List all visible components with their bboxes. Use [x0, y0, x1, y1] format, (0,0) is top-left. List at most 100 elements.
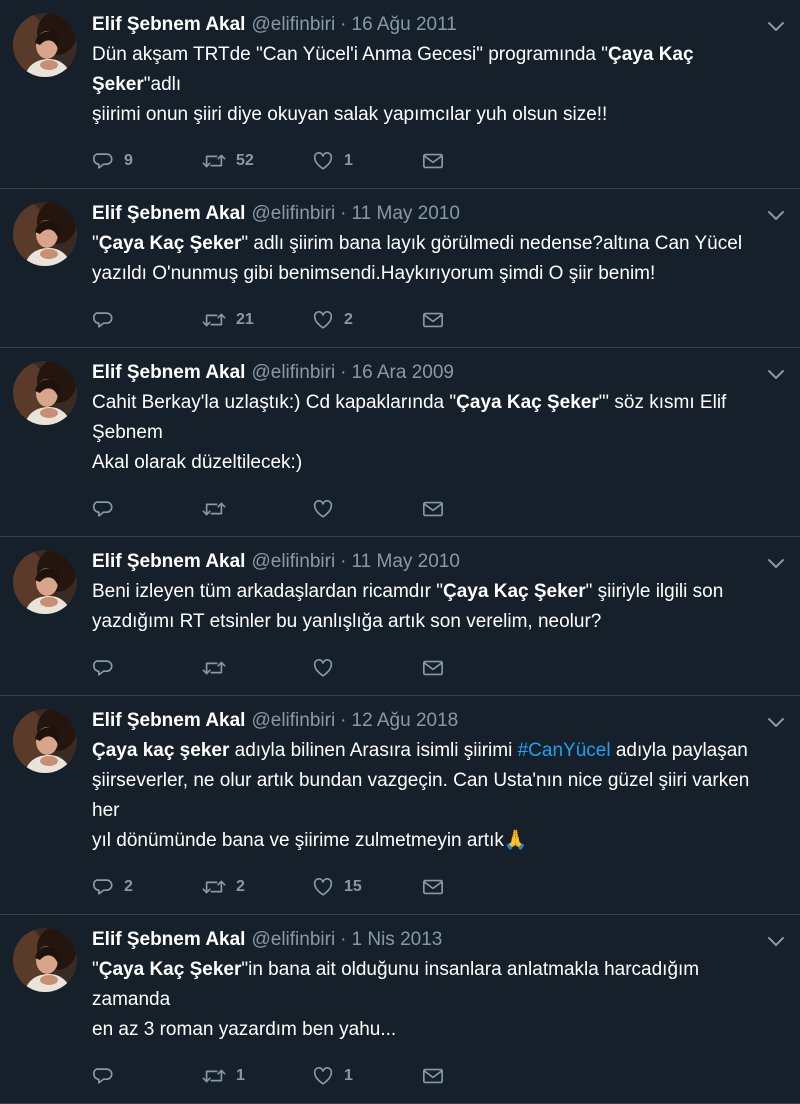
like-count: 2	[344, 311, 353, 328]
tweet-date[interactable]: 11 May 2010	[352, 549, 460, 575]
direct-message-button[interactable]	[422, 499, 532, 519]
tweet[interactable]: Elif Şebnem Akal @elifinbiri · 16 Ara 2009 C…	[0, 348, 800, 537]
retweet-icon	[202, 1065, 226, 1087]
tweet[interactable]: Elif Şebnem Akal @elifinbiri · 16 Ağu 2011 D…	[0, 0, 800, 189]
tweet[interactable]: Elif Şebnem Akal @elifinbiri · 11 May 2010 "…	[0, 189, 800, 348]
tweet-text-line: Beni izleyen tüm arkadaşlardan ricamdır …	[92, 577, 780, 607]
tweet-text-line: yıl dönümünde bana ve şiirime zulmetmeyi…	[92, 826, 780, 856]
tweet-date[interactable]: 1 Nis 2013	[352, 927, 443, 953]
chevron-down-icon[interactable]	[766, 716, 786, 730]
tweet-text-line: Dün akşam TRTde "Can Yücel'i Anma Gecesi…	[92, 40, 780, 100]
like-button[interactable]: 15	[312, 876, 422, 898]
text-segment: Akal olarak düzeltilecek:)	[92, 452, 303, 473]
author-handle[interactable]: @elifinbiri	[251, 201, 335, 227]
tweet-text-line: yazıldı O'nunmuş gibi benimsendi.Haykırı…	[92, 259, 780, 289]
direct-message-button[interactable]	[422, 151, 532, 171]
text-segment: yıl dönümünde bana ve şiirime zulmetmeyi…	[92, 830, 528, 851]
text-segment: "	[92, 959, 99, 980]
tweet-text: "Çaya Kaç Şeker" adlı şiirim bana layık …	[92, 229, 780, 289]
avatar[interactable]	[13, 13, 77, 77]
tweet-actions: 11	[92, 1049, 780, 1103]
chevron-down-icon[interactable]	[766, 209, 786, 223]
text-segment: "adlı	[143, 74, 182, 95]
retweet-button[interactable]: 21	[202, 309, 312, 331]
avatar[interactable]	[13, 709, 77, 773]
bold-text: Çaya Kaç Şeker	[443, 581, 586, 602]
author-name[interactable]: Elif Şebnem Akal	[92, 927, 245, 953]
direct-message-button[interactable]	[422, 310, 532, 330]
author-handle[interactable]: @elifinbiri	[251, 549, 335, 575]
author-handle[interactable]: @elifinbiri	[251, 708, 335, 734]
retweet-button[interactable]	[202, 657, 312, 679]
heart-icon	[312, 309, 334, 331]
reply-icon	[92, 657, 114, 679]
tweet[interactable]: Elif Şebnem Akal @elifinbiri · 12 Ağu 2018 Ç…	[0, 696, 800, 915]
direct-message-button[interactable]	[422, 658, 532, 678]
tweet-text: Dün akşam TRTde "Can Yücel'i Anma Gecesi…	[92, 40, 780, 130]
like-button[interactable]: 2	[312, 309, 422, 331]
avatar[interactable]	[13, 928, 77, 992]
envelope-icon	[422, 499, 444, 519]
reply-button[interactable]	[92, 309, 202, 331]
tweet-header: Elif Şebnem Akal @elifinbiri · 11 May 2010	[92, 549, 780, 575]
author-name[interactable]: Elif Şebnem Akal	[92, 708, 245, 734]
retweet-count: 1	[236, 1067, 245, 1084]
text-segment: en az 3 roman yazardım ben yahu...	[92, 1019, 397, 1040]
envelope-icon	[422, 310, 444, 330]
reply-count: 2	[124, 878, 133, 895]
bold-text: Çaya Kaç Şeker	[98, 959, 242, 980]
like-button[interactable]	[312, 498, 422, 520]
author-name[interactable]: Elif Şebnem Akal	[92, 549, 245, 575]
tweet-date[interactable]: 16 Ara 2009	[352, 360, 454, 386]
chevron-down-icon[interactable]	[766, 20, 786, 34]
retweet-button[interactable]: 2	[202, 876, 312, 898]
author-handle[interactable]: @elifinbiri	[251, 927, 335, 953]
tweet-text-line: "Çaya Kaç Şeker" adlı şiirim bana layık …	[92, 229, 780, 259]
tweet[interactable]: Elif Şebnem Akal @elifinbiri · 1 Nis 2013 "Ç…	[0, 915, 800, 1104]
author-name[interactable]: Elif Şebnem Akal	[92, 201, 245, 227]
tweet-date[interactable]: 16 Ağu 2011	[352, 12, 457, 38]
reply-button[interactable]	[92, 1065, 202, 1087]
tweet-date[interactable]: 11 May 2010	[352, 201, 460, 227]
direct-message-button[interactable]	[422, 877, 532, 897]
author-name[interactable]: Elif Şebnem Akal	[92, 360, 245, 386]
tweet-header: Elif Şebnem Akal @elifinbiri · 16 Ağu 2011	[92, 12, 780, 38]
reply-button[interactable]	[92, 657, 202, 679]
tweet-date[interactable]: 12 Ağu 2018	[352, 708, 459, 734]
like-button[interactable]	[312, 657, 422, 679]
tweet-text-line: Cahit Berkay'la uzlaştık:) Cd kapakların…	[92, 388, 780, 448]
text-segment: şiirimi onun şiiri diye okuyan salak yap…	[92, 104, 608, 125]
like-button[interactable]: 1	[312, 1065, 422, 1087]
reply-icon	[92, 150, 114, 172]
reply-button[interactable]: 9	[92, 150, 202, 172]
retweet-button[interactable]: 52	[202, 150, 312, 172]
chevron-down-icon[interactable]	[766, 368, 786, 382]
reply-icon	[92, 876, 114, 898]
tweet-actions: 9 52 1	[92, 134, 780, 188]
text-segment: yazıldı O'nunmuş gibi benimsendi.Haykırı…	[92, 263, 656, 284]
tweet[interactable]: Elif Şebnem Akal @elifinbiri · 11 May 2010 B…	[0, 537, 800, 696]
author-name[interactable]: Elif Şebnem Akal	[92, 12, 245, 38]
bold-text: Çaya kaç şeker	[92, 740, 230, 761]
tweet-actions: 21 2	[92, 293, 780, 347]
avatar[interactable]	[13, 202, 77, 266]
retweet-icon	[202, 498, 226, 520]
hashtag-link[interactable]: #CanYücel	[518, 740, 611, 761]
retweet-button[interactable]	[202, 498, 312, 520]
separator-dot: ·	[340, 929, 347, 950]
avatar[interactable]	[13, 550, 77, 614]
retweet-button[interactable]: 1	[202, 1065, 312, 1087]
chevron-down-icon[interactable]	[766, 935, 786, 949]
like-button[interactable]: 1	[312, 150, 422, 172]
tweet-header: Elif Şebnem Akal @elifinbiri · 12 Ağu 2018	[92, 708, 780, 734]
author-handle[interactable]: @elifinbiri	[251, 12, 335, 38]
reply-button[interactable]	[92, 498, 202, 520]
text-segment: adıyla paylaşan	[610, 740, 748, 761]
text-segment: "	[92, 233, 99, 254]
reply-button[interactable]: 2	[92, 876, 202, 898]
avatar[interactable]	[13, 361, 77, 425]
chevron-down-icon[interactable]	[766, 557, 786, 571]
direct-message-button[interactable]	[422, 1066, 532, 1086]
text-segment: " adlı şiirim bana layık görülmedi neden…	[241, 233, 743, 254]
author-handle[interactable]: @elifinbiri	[251, 360, 335, 386]
